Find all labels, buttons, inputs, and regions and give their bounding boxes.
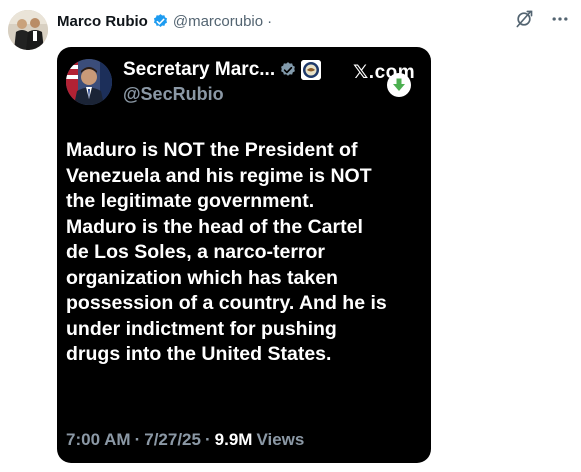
embedded-author-handle: @SecRubio — [123, 84, 224, 104]
embedded-author-avatar — [66, 59, 112, 105]
post-header: Marco Rubio @marcorubio · — [57, 11, 272, 31]
state-department-seal-icon — [301, 60, 322, 80]
post-time: 7:00 AM — [66, 430, 131, 449]
post-actions — [511, 6, 573, 32]
author-name[interactable]: Marco Rubio — [57, 13, 148, 30]
meta-separator: · — [134, 430, 141, 449]
embedded-post-image[interactable]: Secretary Marc... @SecRubio 𝕏.com Maduro… — [57, 47, 431, 463]
views-label: Views — [256, 430, 305, 449]
author-handle[interactable]: @marcorubio — [173, 13, 263, 30]
more-icon[interactable] — [547, 6, 573, 32]
meta-separator: · — [204, 430, 211, 449]
embedded-post-meta: 7:00 AM · 7/27/25 · 9.9M Views — [66, 430, 304, 450]
embedded-author-name: Secretary Marc... — [123, 59, 276, 80]
embedded-post-text: Maduro is NOT the President of Venezuela… — [66, 139, 387, 365]
post-date: 7/27/25 — [144, 430, 201, 449]
embedded-author-line: Secretary Marc... — [123, 59, 322, 81]
header-separator: · — [267, 12, 273, 30]
download-arrow-icon[interactable] — [387, 73, 411, 97]
verified-badge-icon[interactable] — [152, 13, 169, 30]
author-avatar[interactable] — [8, 10, 48, 50]
views-count: 9.9M — [214, 430, 253, 449]
embedded-verified-icon — [279, 61, 297, 79]
grok-icon[interactable] — [511, 6, 537, 32]
